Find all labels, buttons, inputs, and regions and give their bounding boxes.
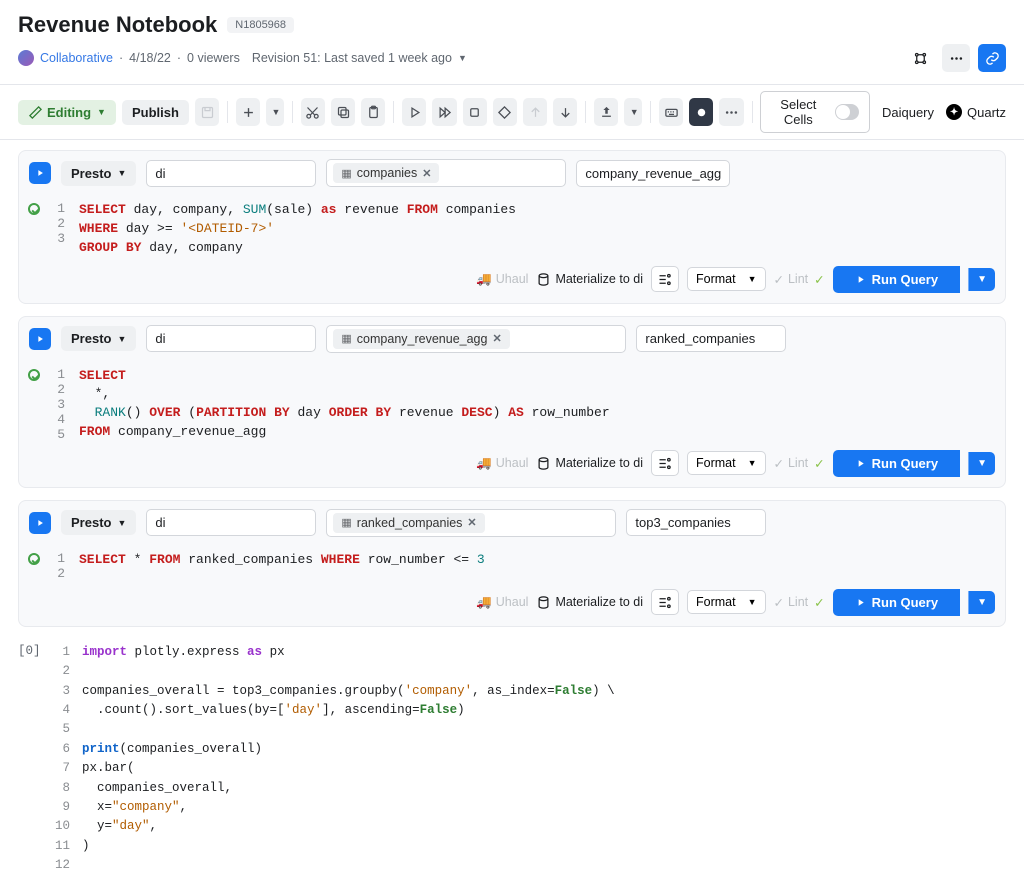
cut-button[interactable] [301, 98, 325, 126]
upload-dropdown[interactable]: ▼ [624, 98, 642, 126]
namespace-input[interactable]: di [146, 160, 316, 187]
format-button[interactable]: Format▼ [687, 267, 766, 291]
materialize-button[interactable]: Materialize to di [536, 272, 643, 287]
table-icon: ▦ [341, 332, 351, 345]
remove-chip-icon[interactable]: ✕ [467, 516, 476, 529]
sql-cell: Presto▼ di ▦ranked_companies✕ top3_compa… [18, 500, 1006, 627]
sql-cell: Presto▼ di ▦ companies ✕ company_revenue… [18, 150, 1006, 304]
run-cell-chip[interactable] [29, 162, 51, 184]
move-up-button[interactable] [523, 98, 547, 126]
table-icon: ▦ [341, 167, 351, 180]
save-icon[interactable] [195, 98, 219, 126]
python-code[interactable]: import plotly.express as px companies_ov… [82, 643, 615, 876]
sql-cell: Presto▼ di ▦company_revenue_agg✕ ranked_… [18, 316, 1006, 488]
share-graph-icon[interactable] [906, 44, 934, 72]
engine-selector[interactable]: Presto▼ [61, 510, 136, 535]
notebook-date: 4/18/22 [129, 51, 171, 65]
publish-button[interactable]: Publish [122, 100, 189, 125]
uhaul-label: 🚚 Uhaul [476, 456, 528, 471]
select-cells-toggle[interactable]: Select Cells [760, 91, 870, 133]
revision-dropdown[interactable]: Revision 51: Last saved 1 week ago▼ [252, 51, 467, 65]
input-tables-box[interactable]: ▦ companies ✕ [326, 159, 566, 187]
status-ok-icon [28, 369, 40, 381]
remove-chip-icon[interactable]: ✕ [492, 332, 501, 345]
code-editor[interactable]: 12 SELECT * FROM ranked_companies WHERE … [19, 545, 1005, 585]
namespace-input[interactable]: di [146, 509, 316, 536]
uhaul-label: 🚚 Uhaul [476, 272, 528, 287]
keyboard-icon[interactable] [659, 98, 683, 126]
stop-button[interactable] [463, 98, 487, 126]
lint-status: ✓ Lint ✓ [774, 272, 825, 287]
output-name-input[interactable]: company_revenue_agg [576, 160, 730, 187]
input-table-chip[interactable]: ▦ companies ✕ [333, 163, 439, 183]
collaborative-link[interactable]: Collaborative [40, 51, 113, 65]
run-query-dropdown[interactable]: ▼ [968, 268, 995, 291]
paste-button[interactable] [361, 98, 385, 126]
run-query-button[interactable]: Run Query [833, 450, 960, 477]
notebook-title: Revenue Notebook [18, 12, 217, 38]
run-cell-button[interactable] [402, 98, 426, 126]
status-ok-icon [28, 203, 40, 215]
daiquery-link[interactable]: Daiquery [882, 105, 934, 120]
notebook-header: Revenue Notebook N1805968 Collaborative … [0, 0, 1024, 76]
run-query-dropdown[interactable]: ▼ [968, 591, 995, 614]
lint-status: ✓ Lint ✓ [774, 595, 825, 610]
output-name-input[interactable]: ranked_companies [636, 325, 786, 352]
run-cell-chip[interactable] [29, 512, 51, 534]
tag-button[interactable] [493, 98, 517, 126]
table-icon: ▦ [341, 516, 351, 529]
format-button[interactable]: Format▼ [687, 590, 766, 614]
code-editor[interactable]: 12345 SELECT *, RANK() OVER (PARTITION B… [19, 361, 1005, 446]
python-cell[interactable]: [0] 123456789101112 import plotly.expres… [0, 637, 1024, 887]
input-tables-box[interactable]: ▦company_revenue_agg✕ [326, 325, 626, 353]
run-query-button[interactable]: Run Query [833, 266, 960, 293]
more-menu-button[interactable] [942, 44, 970, 72]
avatar[interactable] [18, 50, 34, 66]
engine-selector[interactable]: Presto▼ [61, 326, 136, 351]
cell-exec-count: [0] [18, 643, 52, 876]
toolbar-more-button[interactable] [719, 98, 743, 126]
notebook-meta: Collaborative · 4/18/22 · 0 viewers Revi… [18, 50, 467, 66]
editing-mode-button[interactable]: Editing▼ [18, 100, 116, 125]
uhaul-label: 🚚 Uhaul [476, 595, 528, 610]
materialize-button[interactable]: Materialize to di [536, 595, 643, 610]
move-down-button[interactable] [553, 98, 577, 126]
main-toolbar: Editing▼ Publish ▼ ▼ [0, 84, 1024, 140]
materialize-settings-icon[interactable] [651, 589, 679, 615]
add-cell-dropdown[interactable]: ▼ [266, 98, 284, 126]
status-ok-icon [28, 553, 40, 565]
engine-selector[interactable]: Presto▼ [61, 161, 136, 186]
remove-chip-icon[interactable]: ✕ [422, 167, 431, 180]
format-button[interactable]: Format▼ [687, 451, 766, 475]
namespace-input[interactable]: di [146, 325, 316, 352]
input-table-chip[interactable]: ▦company_revenue_agg✕ [333, 329, 509, 349]
output-name-input[interactable]: top3_companies [626, 509, 766, 536]
input-table-chip[interactable]: ▦ranked_companies✕ [333, 513, 484, 533]
code-editor[interactable]: 123 SELECT day, company, SUM(sale) as re… [19, 195, 1005, 262]
materialize-settings-icon[interactable] [651, 450, 679, 476]
input-tables-box[interactable]: ▦ranked_companies✕ [326, 509, 616, 537]
upload-button[interactable] [594, 98, 618, 126]
quartz-link[interactable]: ✦Quartz [946, 104, 1006, 120]
run-query-dropdown[interactable]: ▼ [968, 452, 995, 475]
materialize-settings-icon[interactable] [651, 266, 679, 292]
run-all-button[interactable] [432, 98, 456, 126]
add-cell-button[interactable] [236, 98, 260, 126]
viewers-count: 0 viewers [187, 51, 240, 65]
copy-button[interactable] [331, 98, 355, 126]
theme-toggle-button[interactable] [689, 98, 713, 126]
run-cell-chip[interactable] [29, 328, 51, 350]
lint-status: ✓ Lint ✓ [774, 456, 825, 471]
notebook-id-badge: N1805968 [227, 17, 294, 33]
copy-link-button[interactable] [978, 44, 1006, 72]
run-query-button[interactable]: Run Query [833, 589, 960, 616]
materialize-button[interactable]: Materialize to di [536, 456, 643, 471]
